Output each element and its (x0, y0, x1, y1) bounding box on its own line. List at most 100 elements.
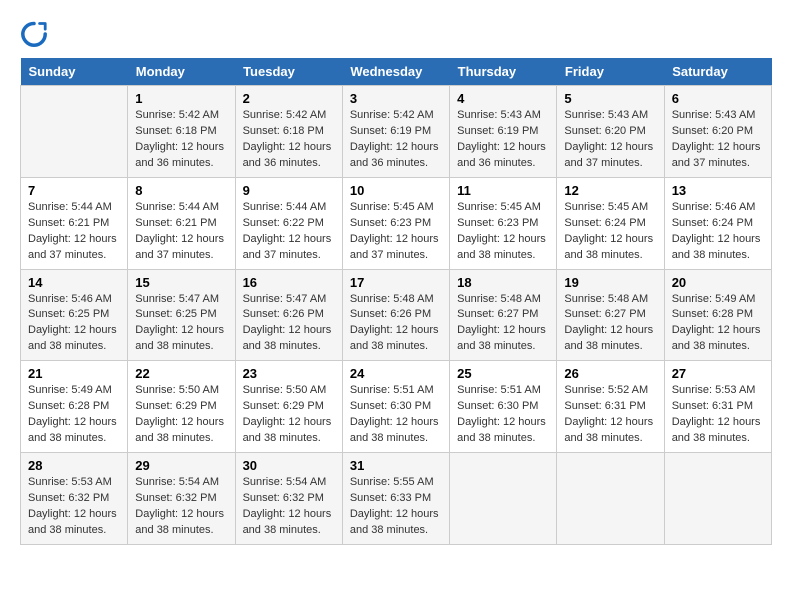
day-info: Sunrise: 5:53 AM Sunset: 6:31 PM Dayligh… (672, 383, 764, 447)
day-info: Sunrise: 5:45 AM Sunset: 6:23 PM Dayligh… (457, 200, 549, 264)
day-number: 18 (457, 275, 549, 290)
day-number: 1 (135, 91, 227, 106)
day-info: Sunrise: 5:42 AM Sunset: 6:19 PM Dayligh… (350, 108, 442, 172)
day-number: 28 (28, 458, 120, 473)
calendar-cell: 13 Sunrise: 5:46 AM Sunset: 6:24 PM Dayli… (664, 177, 771, 269)
day-number: 23 (243, 366, 335, 381)
day-info: Sunrise: 5:51 AM Sunset: 6:30 PM Dayligh… (350, 383, 442, 447)
day-info: Sunrise: 5:50 AM Sunset: 6:29 PM Dayligh… (135, 383, 227, 447)
calendar-cell: 24 Sunrise: 5:51 AM Sunset: 6:30 PM Dayli… (342, 361, 449, 453)
calendar-cell: 30Sunrise: 5:54 AM Sunset: 6:32 PM Dayli… (235, 453, 342, 545)
calendar-cell: 7 Sunrise: 5:44 AM Sunset: 6:21 PM Daylig… (21, 177, 128, 269)
logo (20, 20, 50, 48)
day-info: Sunrise: 5:45 AM Sunset: 6:24 PM Dayligh… (564, 200, 656, 264)
header-saturday: Saturday (664, 58, 771, 86)
calendar-cell: 3 Sunrise: 5:42 AM Sunset: 6:19 PM Daylig… (342, 86, 449, 178)
day-number: 15 (135, 275, 227, 290)
day-number: 10 (350, 183, 442, 198)
calendar-week-row: 21 Sunrise: 5:49 AM Sunset: 6:28 PM Dayli… (21, 361, 772, 453)
day-number: 16 (243, 275, 335, 290)
day-info: Sunrise: 5:42 AM Sunset: 6:18 PM Dayligh… (135, 108, 227, 172)
day-number: 3 (350, 91, 442, 106)
calendar-cell: 12 Sunrise: 5:45 AM Sunset: 6:24 PM Dayli… (557, 177, 664, 269)
day-info: Sunrise: 5:48 AM Sunset: 6:27 PM Dayligh… (564, 292, 656, 356)
day-number: 5 (564, 91, 656, 106)
calendar-cell: 27Sunrise: 5:53 AM Sunset: 6:31 PM Dayli… (664, 361, 771, 453)
day-info: Sunrise: 5:47 AM Sunset: 6:26 PM Dayligh… (243, 292, 335, 356)
calendar-cell: 20 Sunrise: 5:49 AM Sunset: 6:28 PM Dayli… (664, 269, 771, 361)
header-friday: Friday (557, 58, 664, 86)
day-number: 13 (672, 183, 764, 198)
day-number: 26 (564, 366, 656, 381)
day-info: Sunrise: 5:55 AM Sunset: 6:33 PM Dayligh… (350, 475, 442, 539)
day-info: Sunrise: 5:48 AM Sunset: 6:26 PM Dayligh… (350, 292, 442, 356)
day-info: Sunrise: 5:44 AM Sunset: 6:21 PM Dayligh… (135, 200, 227, 264)
day-info: Sunrise: 5:43 AM Sunset: 6:20 PM Dayligh… (564, 108, 656, 172)
calendar-cell: 29 Sunrise: 5:54 AM Sunset: 6:32 PM Dayli… (128, 453, 235, 545)
day-info: Sunrise: 5:53 AM Sunset: 6:32 PM Dayligh… (28, 475, 120, 539)
day-number: 2 (243, 91, 335, 106)
day-info: Sunrise: 5:54 AM Sunset: 6:32 PM Dayligh… (135, 475, 227, 539)
day-number: 22 (135, 366, 227, 381)
header-tuesday: Tuesday (235, 58, 342, 86)
day-info: Sunrise: 5:46 AM Sunset: 6:24 PM Dayligh… (672, 200, 764, 264)
calendar-cell (450, 453, 557, 545)
calendar-cell: 4 Sunrise: 5:43 AM Sunset: 6:19 PM Daylig… (450, 86, 557, 178)
calendar-cell: 23 Sunrise: 5:50 AM Sunset: 6:29 PM Dayli… (235, 361, 342, 453)
calendar-cell (557, 453, 664, 545)
day-number: 9 (243, 183, 335, 198)
calendar-cell: 1 Sunrise: 5:42 AM Sunset: 6:18 PM Daylig… (128, 86, 235, 178)
calendar-week-row: 7 Sunrise: 5:44 AM Sunset: 6:21 PM Daylig… (21, 177, 772, 269)
calendar-cell: 31 Sunrise: 5:55 AM Sunset: 6:33 PM Dayli… (342, 453, 449, 545)
day-number: 6 (672, 91, 764, 106)
calendar-cell: 15Sunrise: 5:47 AM Sunset: 6:25 PM Dayli… (128, 269, 235, 361)
day-number: 24 (350, 366, 442, 381)
logo-icon (20, 20, 48, 48)
day-number: 7 (28, 183, 120, 198)
day-number: 11 (457, 183, 549, 198)
calendar-cell: 16 Sunrise: 5:47 AM Sunset: 6:26 PM Dayli… (235, 269, 342, 361)
calendar-cell: 18 Sunrise: 5:48 AM Sunset: 6:27 PM Dayli… (450, 269, 557, 361)
day-info: Sunrise: 5:45 AM Sunset: 6:23 PM Dayligh… (350, 200, 442, 264)
day-number: 30 (243, 458, 335, 473)
day-info: Sunrise: 5:51 AM Sunset: 6:30 PM Dayligh… (457, 383, 549, 447)
calendar-header-row: SundayMondayTuesdayWednesdayThursdayFrid… (21, 58, 772, 86)
day-info: Sunrise: 5:49 AM Sunset: 6:28 PM Dayligh… (672, 292, 764, 356)
calendar-cell (664, 453, 771, 545)
day-info: Sunrise: 5:43 AM Sunset: 6:20 PM Dayligh… (672, 108, 764, 172)
day-info: Sunrise: 5:49 AM Sunset: 6:28 PM Dayligh… (28, 383, 120, 447)
calendar-week-row: 1 Sunrise: 5:42 AM Sunset: 6:18 PM Daylig… (21, 86, 772, 178)
calendar-week-row: 28 Sunrise: 5:53 AM Sunset: 6:32 PM Dayli… (21, 453, 772, 545)
day-number: 19 (564, 275, 656, 290)
day-number: 21 (28, 366, 120, 381)
day-info: Sunrise: 5:50 AM Sunset: 6:29 PM Dayligh… (243, 383, 335, 447)
calendar-cell: 22 Sunrise: 5:50 AM Sunset: 6:29 PM Dayli… (128, 361, 235, 453)
day-info: Sunrise: 5:44 AM Sunset: 6:21 PM Dayligh… (28, 200, 120, 264)
day-number: 29 (135, 458, 227, 473)
day-number: 12 (564, 183, 656, 198)
day-number: 4 (457, 91, 549, 106)
day-info: Sunrise: 5:42 AM Sunset: 6:18 PM Dayligh… (243, 108, 335, 172)
calendar-cell: 14Sunrise: 5:46 AM Sunset: 6:25 PM Dayli… (21, 269, 128, 361)
calendar-cell: 21 Sunrise: 5:49 AM Sunset: 6:28 PM Dayli… (21, 361, 128, 453)
calendar-cell (21, 86, 128, 178)
calendar-cell: 9 Sunrise: 5:44 AM Sunset: 6:22 PM Daylig… (235, 177, 342, 269)
day-number: 20 (672, 275, 764, 290)
day-info: Sunrise: 5:52 AM Sunset: 6:31 PM Dayligh… (564, 383, 656, 447)
calendar-cell: 19 Sunrise: 5:48 AM Sunset: 6:27 PM Dayli… (557, 269, 664, 361)
calendar-cell: 26 Sunrise: 5:52 AM Sunset: 6:31 PM Dayli… (557, 361, 664, 453)
header-wednesday: Wednesday (342, 58, 449, 86)
day-info: Sunrise: 5:48 AM Sunset: 6:27 PM Dayligh… (457, 292, 549, 356)
calendar-cell: 28 Sunrise: 5:53 AM Sunset: 6:32 PM Dayli… (21, 453, 128, 545)
calendar-week-row: 14Sunrise: 5:46 AM Sunset: 6:25 PM Dayli… (21, 269, 772, 361)
calendar-cell: 25Sunrise: 5:51 AM Sunset: 6:30 PM Dayli… (450, 361, 557, 453)
header-sunday: Sunday (21, 58, 128, 86)
day-info: Sunrise: 5:44 AM Sunset: 6:22 PM Dayligh… (243, 200, 335, 264)
day-info: Sunrise: 5:43 AM Sunset: 6:19 PM Dayligh… (457, 108, 549, 172)
calendar-table: SundayMondayTuesdayWednesdayThursdayFrid… (20, 58, 772, 545)
calendar-cell: 2 Sunrise: 5:42 AM Sunset: 6:18 PM Daylig… (235, 86, 342, 178)
day-number: 31 (350, 458, 442, 473)
calendar-cell: 8Sunrise: 5:44 AM Sunset: 6:21 PM Daylig… (128, 177, 235, 269)
header-monday: Monday (128, 58, 235, 86)
calendar-cell: 6 Sunrise: 5:43 AM Sunset: 6:20 PM Daylig… (664, 86, 771, 178)
